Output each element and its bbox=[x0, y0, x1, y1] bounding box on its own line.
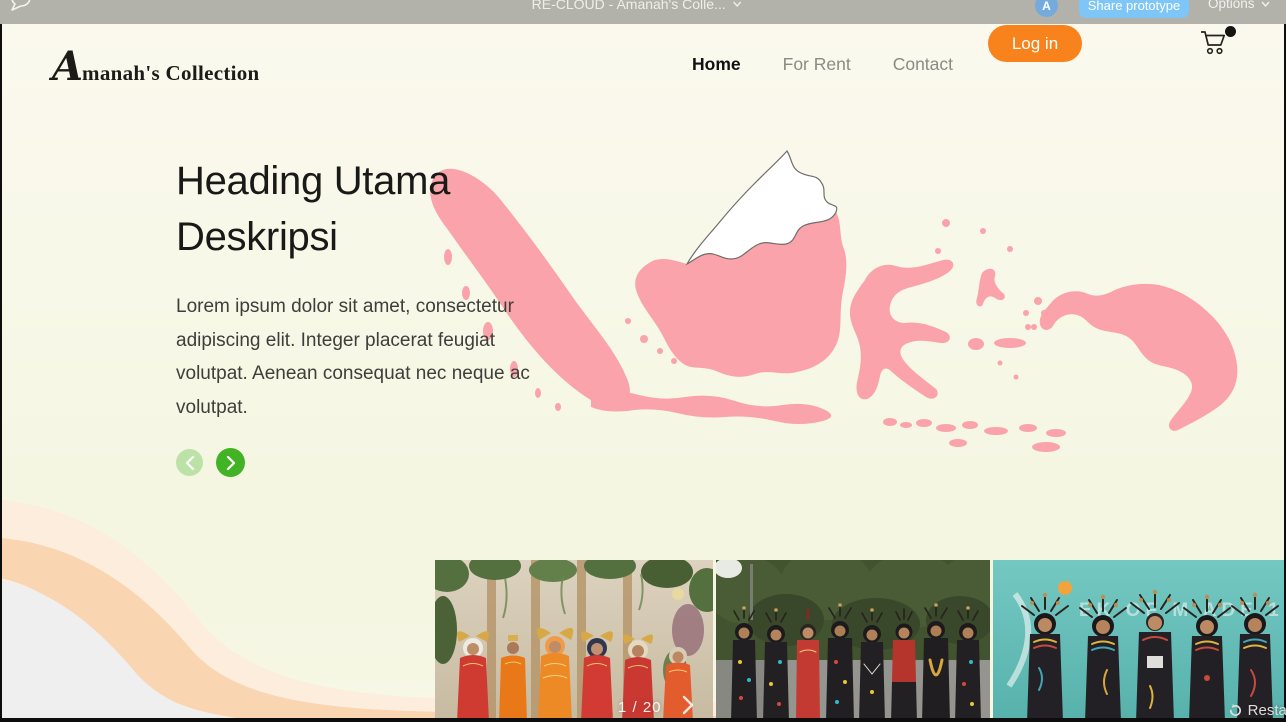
hero-heading-line2: Deskripsi bbox=[176, 209, 596, 265]
hero-carousel-controls bbox=[176, 448, 245, 477]
hero-heading: Heading UtamaDeskripsi bbox=[176, 153, 596, 265]
hero-description: Lorem ipsum dolor sit amet, consectetur … bbox=[176, 290, 548, 424]
prototype-title-dropdown[interactable]: RE-CLOUD - Amanah's Colle... bbox=[532, 0, 742, 12]
website-canvas: Amanah's Collection Home For Rent Contac… bbox=[0, 24, 1286, 722]
carousel-indicator: 1 / 20 bbox=[618, 699, 662, 716]
figma-prototype-window: Amanah's Collection Home For Rent Contac… bbox=[0, 0, 1286, 722]
hero-heading-line1: Heading Utama bbox=[176, 153, 596, 209]
nav-item-for-rent[interactable]: For Rent bbox=[783, 54, 851, 75]
prototype-title: RE-CLOUD - Amanah's Colle... bbox=[532, 0, 726, 12]
logo[interactable]: Amanah's Collection bbox=[52, 50, 260, 86]
restart-label: Restart bbox=[1248, 702, 1286, 719]
chevron-left-icon bbox=[185, 456, 195, 470]
hero-section: Heading UtamaDeskripsi Lorem ipsum dolor… bbox=[176, 153, 596, 424]
share-prototype-button[interactable]: Share prototype bbox=[1079, 0, 1189, 18]
logo-initial: A bbox=[52, 50, 82, 84]
nav-item-contact[interactable]: Contact bbox=[893, 54, 953, 75]
chevron-down-icon bbox=[1261, 1, 1270, 7]
carousel-next-button[interactable] bbox=[216, 448, 245, 477]
logo-text: manah's Collection bbox=[82, 61, 260, 86]
next-photo-chevron[interactable] bbox=[682, 695, 694, 720]
chevron-right-icon bbox=[226, 456, 236, 470]
restart-icon bbox=[1228, 703, 1243, 718]
options-button[interactable]: Options bbox=[1208, 0, 1270, 11]
cart-badge bbox=[1225, 26, 1236, 37]
photo-traditional-wedding bbox=[435, 560, 713, 722]
options-label: Options bbox=[1208, 0, 1255, 11]
avatar[interactable]: A bbox=[1035, 0, 1058, 17]
restart-button[interactable]: Restart bbox=[1228, 702, 1286, 719]
chevron-right-icon bbox=[682, 695, 694, 715]
carousel-prev-button[interactable] bbox=[176, 449, 203, 476]
photo-dayak-outdoor-group bbox=[716, 560, 990, 722]
comment-bubble-icon[interactable] bbox=[8, 0, 34, 19]
photo-strip: EK OF M ADE 19 1 / 20 bbox=[435, 560, 1286, 722]
photo-dayak-stage-group: EK OF M ADE 19 bbox=[993, 560, 1286, 722]
main-nav: Home For Rent Contact bbox=[692, 54, 953, 75]
nav-item-home[interactable]: Home bbox=[692, 54, 741, 75]
cart-button[interactable] bbox=[1199, 28, 1235, 62]
chevron-down-icon bbox=[733, 1, 742, 7]
figma-toolbar: RE-CLOUD - Amanah's Colle... A Share pro… bbox=[0, 0, 1286, 24]
login-button[interactable]: Log in bbox=[988, 25, 1082, 62]
